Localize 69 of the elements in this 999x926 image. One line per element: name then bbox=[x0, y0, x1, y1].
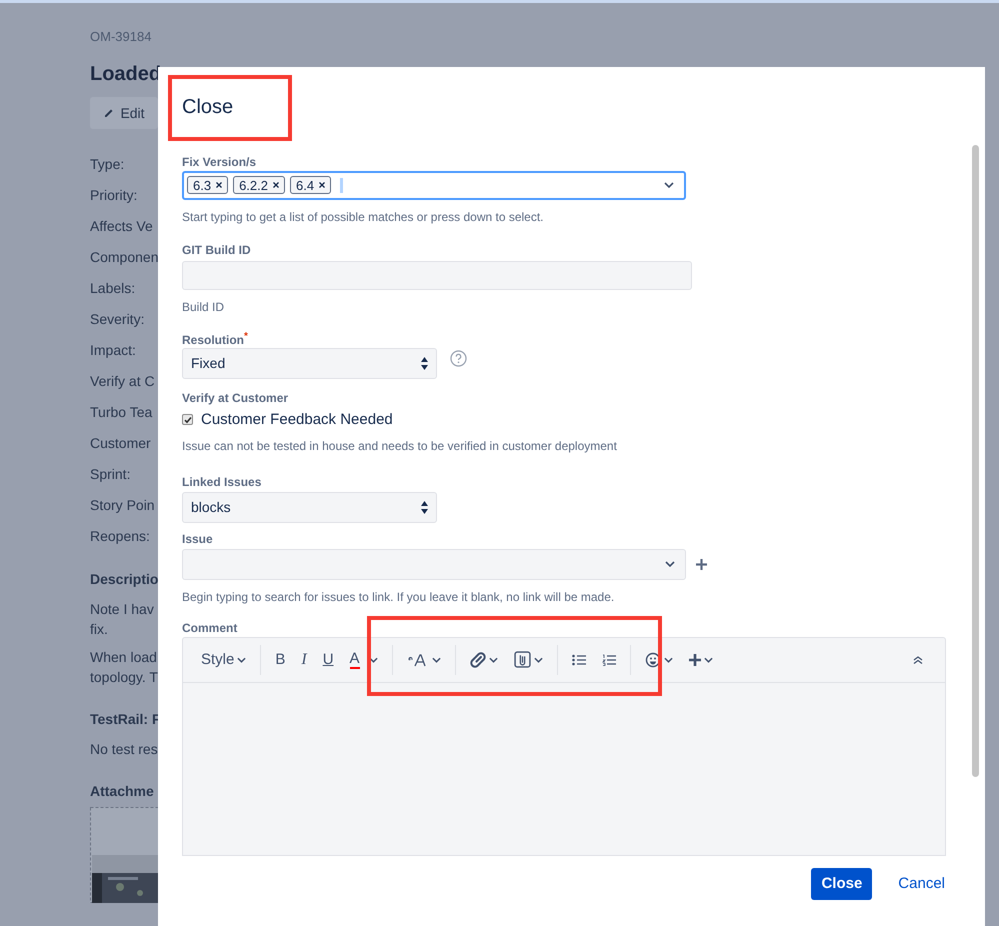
field-label: GIT Build ID bbox=[182, 242, 251, 257]
version-tag[interactable]: 6.2.2 bbox=[233, 176, 285, 194]
field-label: Affects Ve bbox=[90, 217, 153, 236]
checkbox[interactable] bbox=[182, 414, 193, 426]
remove-icon bbox=[319, 182, 326, 188]
plus-icon[interactable] bbox=[696, 558, 707, 570]
paperclip-icon bbox=[514, 651, 531, 668]
comment-editor[interactable]: Style B I U A bbox=[182, 636, 946, 856]
field-label: Fix Version/s bbox=[182, 154, 256, 169]
remove-icon bbox=[273, 182, 279, 188]
field-label: Labels: bbox=[90, 279, 136, 298]
bold-button[interactable]: B bbox=[267, 644, 294, 675]
smiley-icon bbox=[644, 652, 661, 668]
help-text: Build ID bbox=[182, 298, 224, 314]
issue-key: OM-39184 bbox=[90, 27, 999, 49]
cancel-link[interactable]: Cancel bbox=[898, 868, 945, 900]
checkbox-label[interactable]: Customer Feedback Needed bbox=[201, 408, 393, 432]
chevron-icon bbox=[664, 182, 674, 188]
close-button[interactable]: Close bbox=[811, 868, 872, 900]
chevron-icon bbox=[665, 561, 675, 568]
field-label: Resolution$^{*}$ bbox=[182, 330, 248, 345]
field-label: Customer bbox=[90, 434, 151, 453]
field-label: Verify at Customer bbox=[182, 390, 288, 405]
italic-button[interactable]: I bbox=[293, 644, 315, 675]
input-field[interactable] bbox=[182, 260, 692, 290]
help-text: Start typing to get a list of possible matches or press down to select. bbox=[182, 208, 544, 224]
field-label: Impact: bbox=[90, 341, 136, 360]
scrollbar[interactable] bbox=[972, 145, 979, 777]
field-label: Reopens: bbox=[90, 527, 150, 546]
color-button[interactable]: A bbox=[342, 644, 386, 675]
text-cursor bbox=[340, 178, 344, 193]
field-label: Story Poin bbox=[90, 496, 155, 515]
help-icon[interactable] bbox=[450, 350, 467, 367]
field-label: Turbo Tea bbox=[90, 403, 152, 422]
field-label: Priority: bbox=[90, 186, 138, 205]
section-heading: Descriptio bbox=[90, 570, 158, 589]
field-label: Linked Issues bbox=[182, 474, 262, 489]
field-label: Severity: bbox=[90, 310, 144, 329]
pencil-icon bbox=[103, 107, 116, 119]
field-label: Sprint: bbox=[90, 465, 130, 484]
help-text: Issue can not be tested in house and needs to be verified in customer deployment bbox=[182, 438, 617, 453]
paragraph: When load topology. T bbox=[90, 648, 158, 687]
collapse-icon bbox=[913, 656, 923, 664]
remove-icon bbox=[216, 182, 222, 188]
paragraph: No test res bbox=[90, 740, 158, 759]
dialog-title: Close bbox=[182, 95, 234, 119]
link-icon bbox=[470, 652, 486, 668]
sort-arrows-icon bbox=[421, 356, 428, 370]
underline-button[interactable]: U bbox=[314, 644, 342, 675]
section-heading: Attachme bbox=[90, 782, 154, 801]
select-field[interactable]: blocks bbox=[182, 492, 437, 523]
field-label: Issue bbox=[182, 530, 213, 546]
field-label: Verify at C bbox=[90, 372, 155, 391]
sort-arrows-icon bbox=[421, 500, 428, 514]
version-tag[interactable]: 6.3 bbox=[187, 176, 228, 194]
field-label: Type: bbox=[90, 155, 124, 174]
numbered-list-icon bbox=[602, 654, 616, 666]
bullet-list-icon bbox=[572, 654, 586, 666]
select-field[interactable]: Fixed bbox=[182, 348, 437, 379]
version-tag[interactable]: 6.4 bbox=[290, 176, 332, 194]
version-field[interactable]: 6.3 6.2.2 6.4 bbox=[182, 171, 686, 200]
edit-button[interactable]: Edit bbox=[90, 97, 158, 129]
help-text: Begin typing to search for issues to link. If you leave it blank, no link will be made. bbox=[182, 588, 614, 604]
style-dropdown[interactable]: Style bbox=[193, 644, 254, 675]
paragraph: Note I hav fix. bbox=[90, 600, 154, 639]
field-label: Componen bbox=[90, 248, 158, 267]
issue-field[interactable] bbox=[182, 548, 686, 580]
field-label: Comment bbox=[182, 620, 238, 635]
plus-icon bbox=[688, 654, 701, 666]
